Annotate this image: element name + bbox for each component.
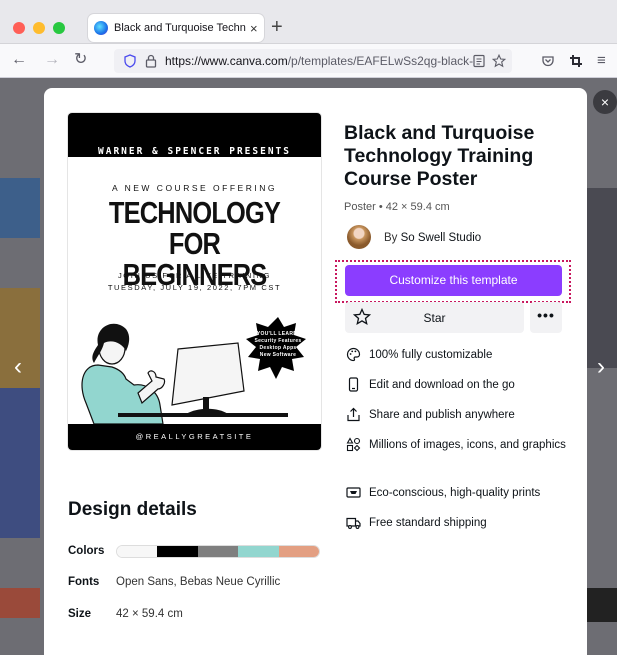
shapes-icon [346,437,361,452]
star-label: Star [423,311,446,325]
poster-header-band: WARNER & SPENCER PRESENTS [68,113,321,157]
poster-headline-line1: TECHNOLOGY FOR [108,195,281,261]
poster-learn-item: Desktop Apps [259,345,297,351]
forward-button[interactable]: → [44,51,60,69]
feature-item: Edit and download on the go [344,377,584,393]
feature-item: Free standard shipping [344,515,584,531]
background-thumbnail [587,188,617,368]
feature-label: 100% fully customizable [369,349,493,361]
palette-icon [346,347,361,362]
poster-site: @REALLYGREATSITE [68,424,321,450]
crop-extension-icon[interactable] [569,54,583,68]
feature-label: Free standard shipping [369,517,487,529]
poster-learn-title: YOU'LL LEARN: [256,331,300,337]
bookmark-star-icon[interactable] [492,54,506,68]
poster-join-line1: JOIN US FOR A LIVE TRAINING [117,271,272,280]
minimize-window-button[interactable] [33,22,45,34]
reader-view-icon[interactable] [472,54,486,68]
template-meta: Poster • 42 × 59.4 cm [344,201,450,213]
feature-item: 100% fully customizable [344,347,584,363]
tab-title: Black and Turquoise Technology [114,22,246,34]
fonts-value: Open Sans, Bebas Neue Cyrillic [116,576,281,588]
feature-label: Millions of images, icons, and graphics [369,439,566,451]
design-details-heading: Design details [68,499,197,520]
poster-join: JOIN US FOR A LIVE TRAINING TUESDAY, JUL… [68,270,321,294]
poster-presenter: WARNER & SPENCER PRESENTS [98,146,291,157]
background-thumbnail [0,178,40,238]
color-swatch[interactable] [157,546,198,557]
url-bar[interactable]: https://www.canva.com/p/templates/EAFELw… [114,49,512,73]
template-modal: WARNER & SPENCER PRESENTS A NEW COURSE O… [44,88,587,655]
feature-item: Share and publish anywhere [344,407,584,423]
feature-label: Edit and download on the go [369,379,515,391]
reload-button[interactable]: ↻ [74,51,87,69]
browser-titlebar: Black and Turquoise Technology × + [0,0,617,44]
poster-offer: A NEW COURSE OFFERING [112,183,277,193]
close-window-button[interactable] [13,22,25,34]
color-swatch[interactable] [117,546,158,557]
background-thumbnail [0,588,40,618]
pocket-icon[interactable] [541,54,555,68]
next-template-arrow[interactable]: › [597,353,605,381]
shield-icon[interactable] [123,54,137,68]
browser-navbar: ← → ↻ https://www.canva.com/p/templates/… [0,44,617,78]
poster-preview[interactable]: WARNER & SPENCER PRESENTS A NEW COURSE O… [68,113,321,450]
lock-icon[interactable] [145,54,157,68]
background-thumbnail [587,588,617,622]
poster-learn-list: YOU'LL LEARN: Security Features Desktop … [246,331,310,359]
phone-icon [348,377,359,392]
fonts-label: Fonts [68,576,100,588]
poster-learn-item: Security Features [254,338,302,344]
truck-icon [346,517,361,529]
feature-item: Eco-conscious, high-quality prints [344,485,584,501]
url-text: https://www.canva.com/p/templates/EAFELw… [165,54,473,68]
poster-learn-item: New Software [259,352,297,358]
background-thumbnail [0,388,40,538]
feature-label: Share and publish anywhere [369,409,515,421]
color-swatches [116,545,320,558]
new-tab-button[interactable]: + [271,16,283,38]
canva-favicon-icon [94,21,108,35]
author-name[interactable]: So Swell Studio [401,232,482,244]
colors-label: Colors [68,545,105,557]
color-swatch[interactable] [197,546,239,557]
template-title: Black and Turquoise Technology Training … [344,122,535,190]
tab-close-icon[interactable]: × [250,21,258,36]
size-value: 42 × 59.4 cm [116,608,183,620]
customize-template-button[interactable]: Customize this template [345,265,562,296]
more-options-button[interactable]: ••• [530,302,562,333]
color-swatch[interactable] [278,546,319,557]
modal-close-button[interactable]: × [593,90,617,114]
author-avatar[interactable] [347,225,371,249]
feature-item: Millions of images, icons, and graphics [344,437,584,453]
previous-template-arrow[interactable]: ‹ [14,353,22,381]
star-button[interactable]: Star [345,302,524,333]
browser-tab[interactable]: Black and Turquoise Technology × [88,14,264,42]
color-swatch[interactable] [238,546,279,557]
feature-label: Eco-conscious, high-quality prints [369,487,541,499]
menu-icon[interactable]: ≡ [597,52,606,69]
share-icon [347,407,360,422]
size-label: Size [68,608,92,620]
back-button[interactable]: ← [11,51,27,69]
print-icon [346,487,361,498]
author-byline[interactable]: By So Swell Studio [384,232,481,244]
zoom-window-button[interactable] [53,22,65,34]
